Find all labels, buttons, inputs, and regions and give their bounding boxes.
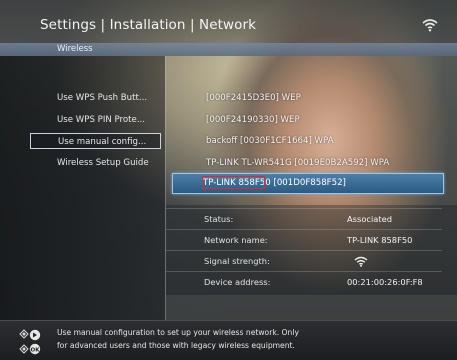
remote-control-hint: OK [19, 329, 41, 355]
help-text-line-1: Use manual configuration to set up your … [57, 328, 299, 337]
wifi-signal-icon [354, 256, 368, 267]
menu-item-wireless-setup-guide[interactable]: Wireless Setup Guide [57, 155, 161, 171]
svg-text:OK: OK [31, 347, 41, 353]
wifi-icon [422, 19, 438, 32]
signal-strength-label: Signal strength: [204, 256, 270, 266]
tv-screen: Settings | Installation | Network Wirele… [0, 0, 457, 360]
network-list-item[interactable]: [000F24190330] WEP [206, 112, 300, 128]
network-list-item[interactable]: TP-LINK TL-WR541G [0019E0B2A592] WPA [206, 155, 389, 171]
network-name-value: TP-LINK 858F50 [347, 235, 413, 245]
status-label: Status: [204, 214, 234, 224]
section-subtitle: Wireless [57, 44, 93, 54]
help-text-line-2: for advanced users and those with legacy… [57, 341, 295, 350]
device-address-value: 00:21:00:26:0F:F8 [347, 277, 423, 287]
detail-row-network-name: Network name: TP-LINK 858F50 [166, 229, 442, 251]
detail-row-signal-strength: Signal strength: [166, 250, 442, 272]
help-footer: OK Use manual configuration to set up yo… [0, 320, 457, 360]
network-list-item[interactable]: [000F2415D3E0] WEP [206, 90, 301, 106]
network-name-label: Network name: [204, 235, 268, 245]
focus-highlight [202, 176, 265, 189]
menu-item-wps-push-button[interactable]: Use WPS Push Butt... [57, 90, 161, 106]
menu-item-wps-pin[interactable]: Use WPS PIN Prote... [57, 112, 161, 128]
status-value: Associated [347, 214, 392, 224]
menu-item-manual-config[interactable]: Use manual config... [30, 133, 161, 149]
remote-ok-icon: OK [19, 343, 41, 355]
breadcrumb-bar: Wireless [0, 43, 457, 56]
page-title: Settings | Installation | Network [40, 17, 257, 33]
detail-row-device-address: Device address: 00:21:00:26:0F:F8 [166, 271, 442, 293]
network-list-item[interactable]: backoff [0030F1CF1664] WPA [206, 133, 334, 149]
device-address-label: Device address: [204, 277, 271, 287]
detail-row-status: Status: Associated [166, 208, 442, 230]
remote-nav-icon [19, 329, 41, 341]
